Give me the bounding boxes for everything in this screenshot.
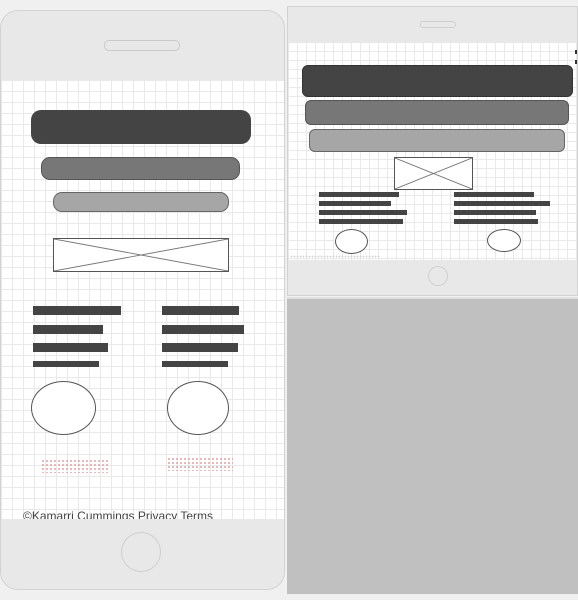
primary-button-dark[interactable]	[302, 65, 573, 97]
secondary-button-medium[interactable]	[305, 100, 569, 125]
text-line	[162, 361, 228, 367]
image-placeholder-icon	[53, 238, 229, 272]
phone-screen	[1, 80, 284, 519]
link-placeholder-left[interactable]	[41, 459, 110, 473]
avatar-placeholder-right	[167, 381, 229, 435]
text-line	[454, 192, 534, 197]
phone-screen	[288, 42, 577, 260]
phone-mockup-large: ©Kamarri Cummings Privacy Terms	[0, 10, 285, 590]
image-placeholder-icon	[394, 157, 473, 190]
text-line	[162, 306, 239, 315]
avatar-placeholder-left	[335, 229, 368, 254]
avatar-placeholder-right	[487, 229, 521, 252]
empty-canvas-panel	[287, 297, 578, 594]
text-line	[33, 361, 99, 367]
text-line	[319, 201, 391, 206]
text-line	[33, 325, 103, 334]
link-placeholder-right[interactable]	[167, 457, 233, 471]
phone-speaker	[104, 40, 180, 51]
text-line	[319, 210, 407, 215]
avatar-placeholder-left	[31, 381, 96, 435]
text-line	[33, 306, 121, 315]
tertiary-button-light[interactable]	[309, 129, 565, 152]
footer-placeholder	[290, 255, 380, 258]
phone-mockup-small	[287, 6, 578, 296]
secondary-button-medium[interactable]	[41, 157, 240, 180]
tertiary-button-light[interactable]	[53, 192, 229, 212]
home-button-icon[interactable]	[121, 532, 161, 572]
text-line	[162, 343, 238, 352]
text-line	[33, 343, 108, 352]
text-line	[162, 325, 244, 334]
text-line	[454, 201, 550, 206]
text-line	[454, 219, 538, 224]
text-line	[319, 219, 403, 224]
home-button-icon[interactable]	[428, 266, 448, 286]
phone-speaker	[420, 21, 456, 28]
text-line	[454, 210, 536, 215]
primary-button-dark[interactable]	[31, 110, 251, 144]
text-line	[319, 192, 399, 197]
